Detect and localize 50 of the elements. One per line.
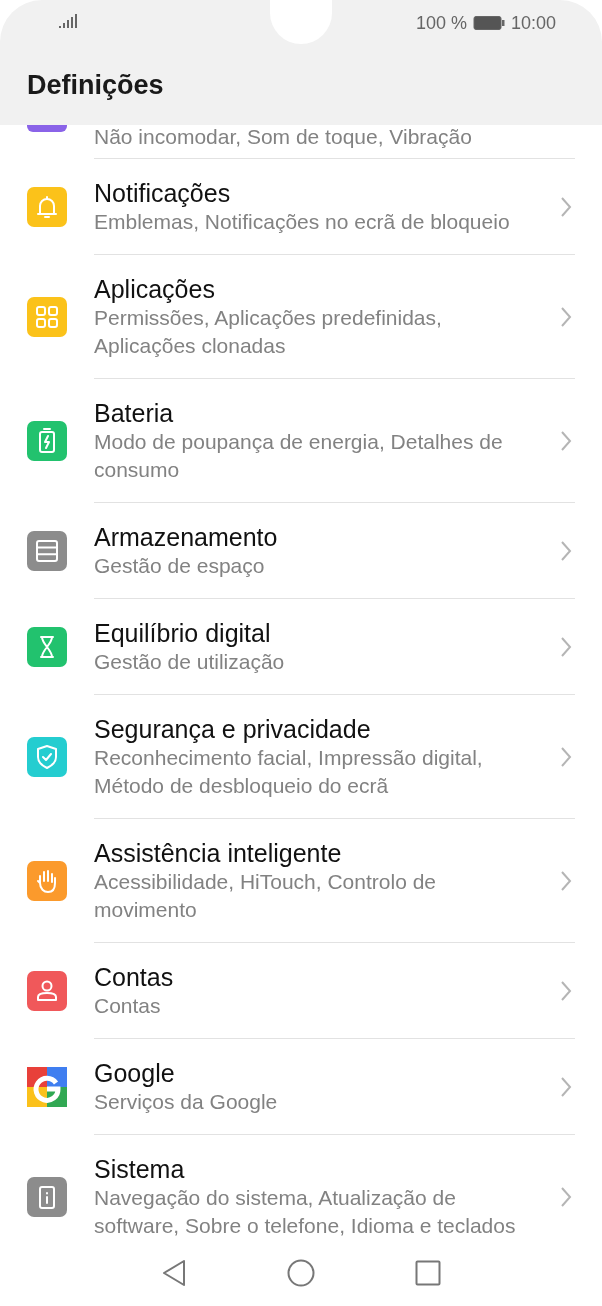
g-logo-icon — [27, 1067, 67, 1107]
chevron-icon — [560, 540, 572, 562]
chevron-icon — [560, 1186, 572, 1208]
back-icon[interactable] — [161, 1259, 187, 1287]
item-subtitle: Navegação do sistema, Atualização de software, Sobre o telefone, Idioma e teclados — [94, 1185, 517, 1239]
chevron-icon — [560, 870, 572, 892]
item-title[interactable]: Equilíbrio digital — [94, 618, 575, 648]
item-title[interactable]: Assistência inteligente — [94, 838, 575, 868]
item-subtitle: Contas — [94, 993, 162, 1019]
bell-icon — [27, 187, 67, 227]
item-subtitle: Serviços da Google — [94, 1089, 279, 1115]
item-subtitle: Acessibilidade, HiTouch, Controlo de movimento — [94, 869, 438, 923]
storage-icon — [27, 531, 67, 571]
shield-icon — [27, 737, 67, 777]
item-title[interactable]: Aplicações — [94, 274, 575, 304]
item-title[interactable]: Armazenamento — [94, 522, 575, 552]
chevron-icon — [560, 196, 572, 218]
item-subtitle: Gestão de utilização — [94, 649, 286, 675]
item-title[interactable]: Bateria — [94, 398, 575, 428]
item-subtitle: Não incomodar, Som de toque, Vibração — [94, 125, 473, 149]
battery-icon — [472, 15, 505, 31]
chevron-icon — [560, 746, 572, 768]
item-subtitle: Gestão de espaço — [94, 553, 266, 579]
app-icon — [27, 125, 67, 132]
item-title[interactable]: Segurança e privacidade — [94, 714, 575, 744]
item-title[interactable]: Notificações — [94, 178, 575, 208]
signal-icon — [58, 13, 78, 29]
item-title[interactable]: Google — [94, 1058, 575, 1088]
item-title[interactable]: Contas — [94, 962, 575, 992]
item-subtitle: Emblemas, Notificações no ecrã de bloqueio — [94, 209, 511, 235]
chevron-icon — [560, 636, 572, 658]
chevron-icon — [560, 1076, 572, 1098]
person-icon — [27, 971, 67, 1011]
home-icon[interactable] — [287, 1259, 315, 1287]
page-title: Definições — [26, 69, 165, 101]
item-subtitle: Modo de poupança de energia, Detalhes de consumo — [94, 429, 504, 483]
chevron-icon — [560, 306, 572, 328]
item-subtitle: Permissões, Aplicações predefinidas, Aplicações clonadas — [94, 305, 443, 359]
battery-percent: 100 % — [415, 12, 467, 34]
battery-icon — [27, 421, 67, 461]
phone-info-icon — [27, 1177, 67, 1217]
chevron-icon — [560, 430, 572, 452]
clock: 10:00 — [510, 12, 556, 34]
hourglass-icon — [27, 627, 67, 667]
item-subtitle: Reconhecimento facial, Impressão digital, Método de desbloqueio do ecrã — [94, 745, 484, 799]
recents-icon[interactable] — [415, 1260, 441, 1286]
chevron-icon — [560, 980, 572, 1002]
item-title[interactable]: Sistema — [94, 1154, 575, 1184]
hand-icon — [27, 861, 67, 901]
grid-icon — [27, 297, 67, 337]
